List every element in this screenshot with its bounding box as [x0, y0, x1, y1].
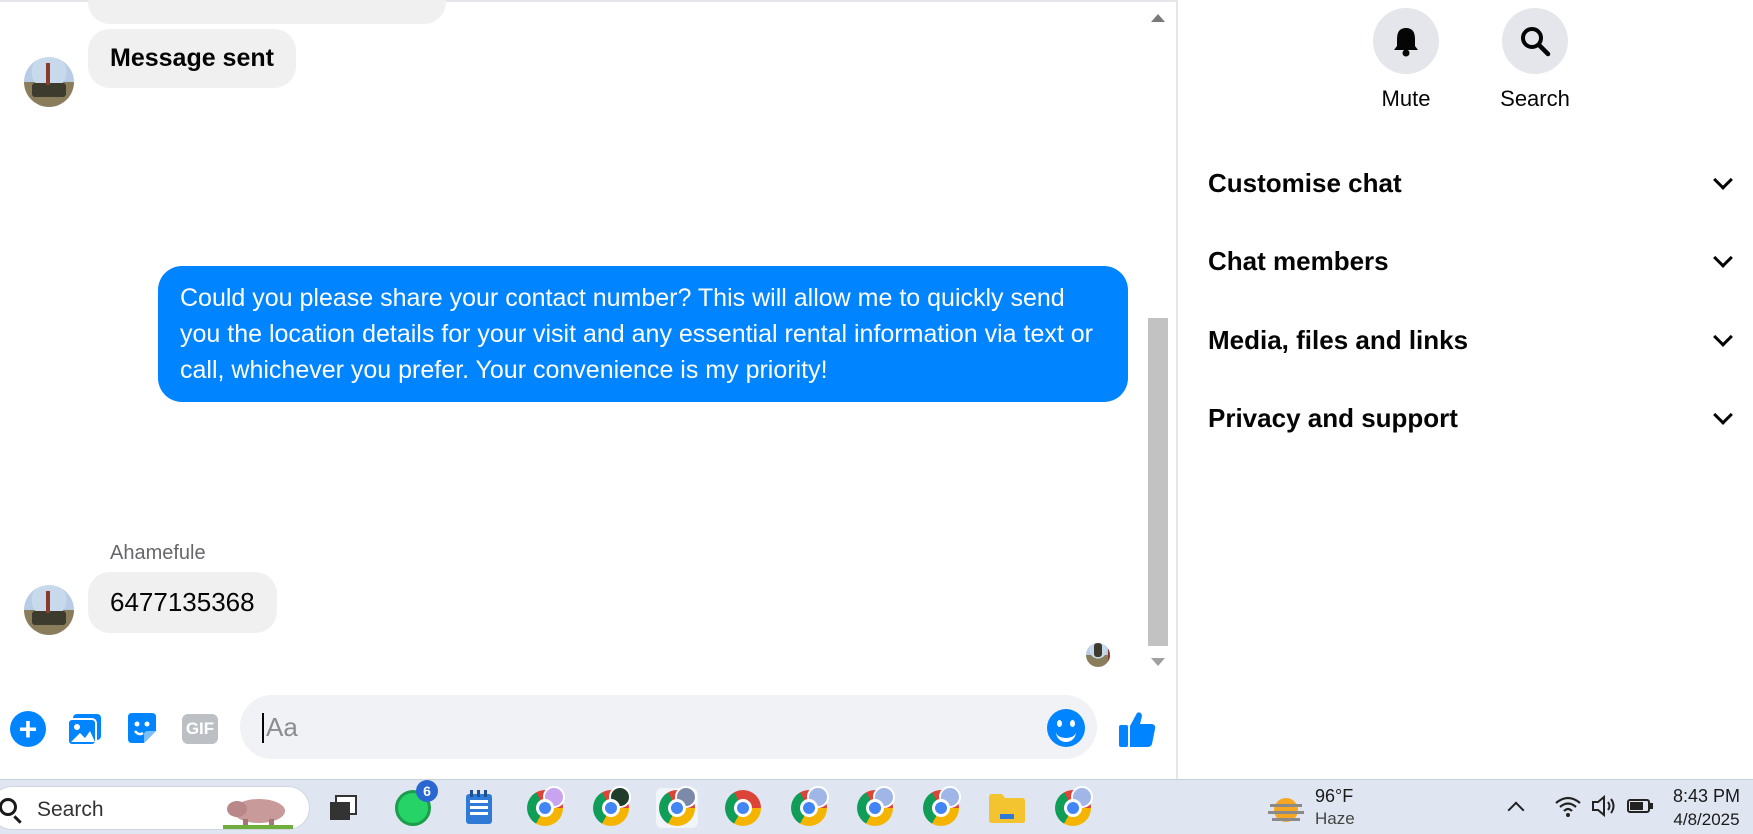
windows-taskbar: Search 6 96°F Haze 8:43 PM 4/8/2025 — [0, 779, 1753, 834]
task-view-icon — [330, 795, 357, 820]
search-button[interactable]: Search — [1485, 8, 1585, 112]
scroll-up-arrow-icon[interactable] — [1151, 14, 1165, 22]
sender-name: Ahamefule — [110, 542, 206, 564]
battery-icon[interactable] — [1626, 792, 1654, 820]
like-icon[interactable] — [1115, 707, 1159, 751]
search-icon — [0, 798, 17, 816]
taskbar-app-chrome[interactable] — [854, 786, 896, 828]
taskbar-app-notepad[interactable] — [458, 788, 500, 828]
taskbar-app-chrome[interactable] — [722, 788, 764, 828]
chrome-icon — [659, 786, 697, 826]
text-caret — [262, 713, 264, 743]
chat-info-panel: Mute Search Customise chat Chat members … — [1178, 0, 1753, 779]
taskbar-app-chrome[interactable] — [788, 786, 830, 828]
screen: Message sent Could you please share your… — [0, 0, 1753, 834]
input-placeholder: Aa — [266, 712, 298, 742]
wifi-icon[interactable] — [1554, 792, 1582, 820]
gif-icon[interactable]: GIF — [180, 709, 220, 749]
folder-icon — [989, 794, 1025, 823]
taskbar-app-chrome[interactable] — [920, 786, 962, 828]
haze-weather-icon — [1268, 798, 1304, 822]
scroll-down-arrow-icon[interactable] — [1151, 658, 1165, 666]
taskbar-app-chrome[interactable] — [524, 786, 566, 828]
search-icon — [1502, 8, 1568, 74]
taskbar-app-file-explorer[interactable] — [986, 788, 1028, 828]
mute-label: Mute — [1381, 86, 1431, 111]
message-composer: + GIF Aa — [0, 692, 1176, 766]
section-media-files-links[interactable]: Media, files and links — [1208, 320, 1738, 360]
volume-icon[interactable] — [1590, 792, 1618, 820]
bell-icon — [1373, 8, 1439, 74]
scroll-thumb[interactable] — [1148, 318, 1168, 646]
chrome-icon — [593, 786, 631, 826]
chevron-down-icon — [1713, 170, 1733, 190]
incoming-message-bubble[interactable]: 6477135368 — [88, 572, 277, 633]
photo-icon[interactable] — [65, 709, 105, 749]
notification-badge: 6 — [416, 780, 438, 802]
incoming-message-bubble[interactable]: Message sent — [88, 29, 296, 88]
search-label: Search — [1500, 86, 1570, 111]
weather-condition[interactable]: Haze — [1315, 809, 1355, 829]
hippo-illustration-icon — [223, 799, 293, 829]
sticker-icon[interactable] — [122, 709, 162, 749]
chrome-icon — [857, 786, 895, 826]
contact-avatar[interactable] — [24, 585, 74, 635]
taskbar-search-label: Search — [37, 798, 104, 821]
clock-time[interactable]: 8:43 PM — [1660, 786, 1753, 807]
gif-label: GIF — [182, 714, 218, 744]
section-chat-members[interactable]: Chat members — [1208, 241, 1738, 281]
message-text: Message sent — [110, 44, 274, 72]
taskbar-app-chrome-active[interactable] — [656, 786, 698, 828]
chrome-icon — [725, 790, 761, 826]
chat-pane: Message sent Could you please share your… — [0, 0, 1178, 779]
message-input[interactable]: Aa — [240, 695, 1097, 759]
notepad-icon — [466, 790, 492, 824]
message-text: Could you please share your contact numb… — [180, 284, 1093, 384]
section-privacy-support[interactable]: Privacy and support — [1208, 398, 1738, 438]
plus-icon[interactable]: + — [8, 709, 48, 749]
taskbar-app-whatsapp[interactable]: 6 — [392, 780, 438, 828]
section-label: Privacy and support — [1208, 402, 1458, 433]
emoji-icon[interactable] — [1047, 709, 1085, 747]
chevron-down-icon — [1713, 327, 1733, 347]
chrome-icon — [527, 786, 565, 826]
chevron-down-icon — [1713, 405, 1733, 425]
taskbar-search-box[interactable]: Search — [0, 786, 310, 830]
clock-date[interactable]: 4/8/2025 — [1660, 810, 1753, 830]
section-label: Media, files and links — [1208, 324, 1469, 355]
message-text: 6477135368 — [110, 587, 255, 617]
previous-message-bubble — [88, 0, 446, 24]
mute-button[interactable]: Mute — [1356, 8, 1456, 112]
weather-temperature[interactable]: 96°F — [1315, 786, 1353, 807]
contact-avatar[interactable] — [24, 57, 74, 107]
task-view-button[interactable] — [322, 788, 364, 828]
chrome-icon — [791, 786, 829, 826]
show-hidden-icons-chevron-icon[interactable] — [1507, 801, 1525, 819]
read-receipt-avatar — [1086, 643, 1110, 667]
section-customise-chat[interactable]: Customise chat — [1208, 163, 1738, 203]
section-label: Customise chat — [1208, 167, 1402, 198]
section-label: Chat members — [1208, 245, 1389, 276]
chrome-icon — [1055, 786, 1093, 826]
taskbar-app-chrome[interactable] — [1052, 786, 1094, 828]
taskbar-app-chrome[interactable] — [590, 786, 632, 828]
chat-scrollbar[interactable] — [1146, 8, 1170, 672]
chrome-icon — [923, 786, 961, 826]
chevron-down-icon — [1713, 248, 1733, 268]
outgoing-message-bubble[interactable]: Could you please share your contact numb… — [158, 266, 1128, 402]
